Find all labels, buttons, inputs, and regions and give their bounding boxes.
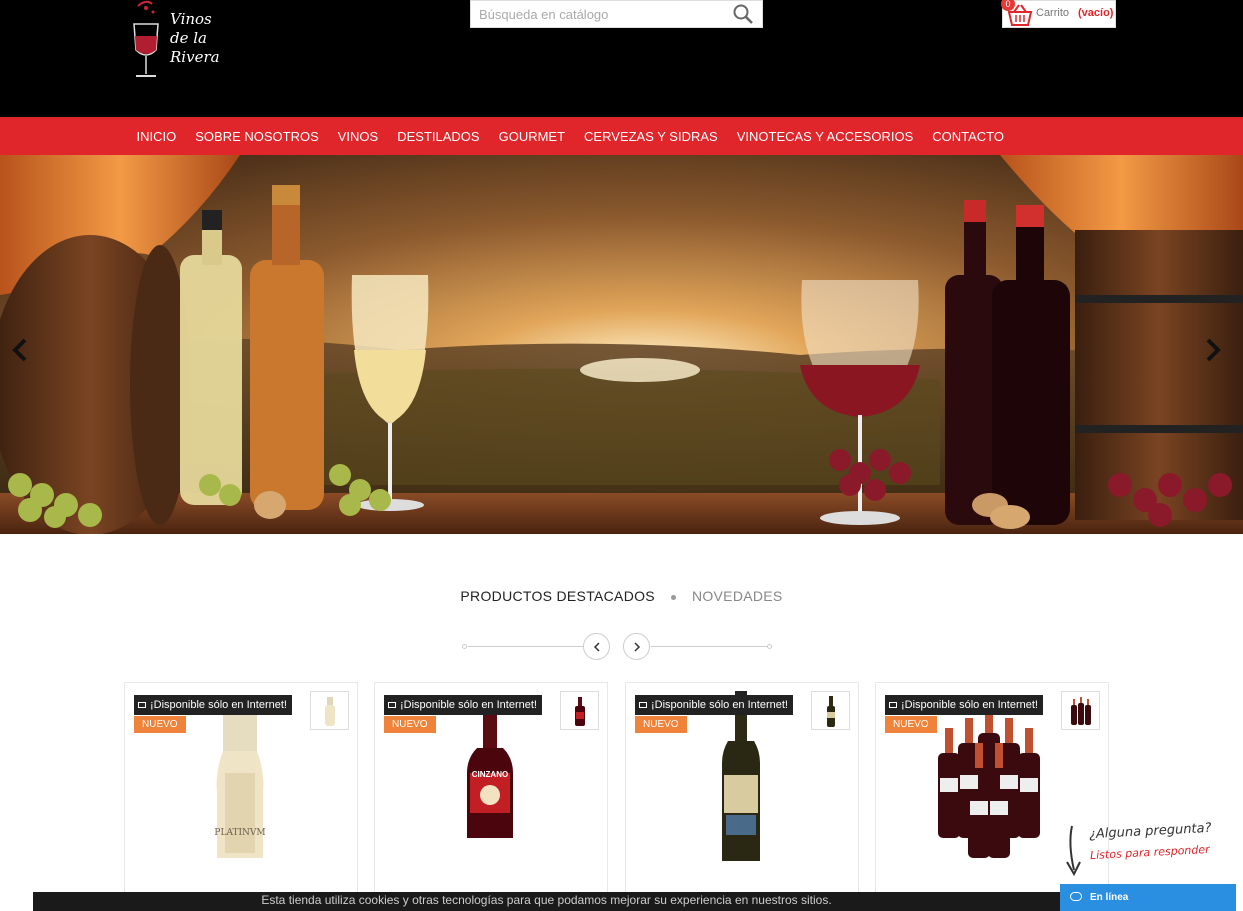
product-thumbnail[interactable] <box>811 691 850 730</box>
product-tabs: PRODUCTOS DESTACADOS NOVEDADES <box>0 588 1243 608</box>
divider <box>468 646 583 647</box>
chat-question: ¿Alguna pregunta? <box>1088 820 1212 843</box>
product-label-text: CINZANO <box>472 770 508 779</box>
hero-slider <box>0 155 1243 534</box>
new-badge: NUEVO <box>885 716 937 733</box>
new-badge: NUEVO <box>384 716 436 733</box>
logo[interactable]: Vinos de la Rivera <box>128 0 223 82</box>
screen-icon <box>639 702 647 708</box>
nav-item-contacto[interactable]: CONTACTO <box>923 129 1014 144</box>
carousel-next-button[interactable] <box>623 633 650 660</box>
online-only-badge: ¡Disponible sólo en Internet! <box>635 695 793 715</box>
online-only-text: ¡Disponible sólo en Internet! <box>150 699 287 711</box>
chat-bubble-icon <box>1070 892 1082 901</box>
online-only-text: ¡Disponible sólo en Internet! <box>901 699 1038 711</box>
nav-item-vinotecas-y-accesorios[interactable]: VINOTECAS Y ACCESORIOS <box>727 129 923 144</box>
decorative-dot <box>462 644 467 649</box>
nav-item-vinos[interactable]: VINOS <box>328 129 387 144</box>
search-icon <box>733 4 753 24</box>
slider-next-arrow[interactable] <box>1203 337 1223 363</box>
carousel-nav <box>462 633 774 661</box>
nav-item-inicio[interactable]: INICIO <box>127 129 186 144</box>
cart-label: Carrito <box>1036 7 1070 19</box>
product-thumbnail[interactable] <box>1061 691 1100 730</box>
new-badge: NUEVO <box>134 716 186 733</box>
tab-separator-dot <box>670 594 676 600</box>
tab-novedades[interactable]: NOVEDADES <box>692 588 783 604</box>
search-button[interactable] <box>732 3 754 25</box>
hero-image <box>0 155 1243 534</box>
nav-item-sobre-nosotros[interactable]: SOBRE NOSOTROS <box>186 129 329 144</box>
carousel-prev-button[interactable] <box>583 633 610 660</box>
online-only-text: ¡Disponible sólo en Internet! <box>651 699 788 711</box>
product-thumbnail[interactable] <box>310 691 349 730</box>
arrow-down-icon <box>1066 825 1081 877</box>
product-card[interactable]: ¡Disponible sólo en Internet! NUEVO <box>625 682 859 897</box>
tab-productos-destacados[interactable]: PRODUCTOS DESTACADOS <box>460 588 655 604</box>
chevron-left-icon <box>12 338 27 362</box>
cart-button[interactable]: 0 Carrito (vacío) <box>1001 0 1116 28</box>
product-card[interactable]: CINZANO ¡Disponible sólo en Internet! NU… <box>374 682 608 897</box>
slider-prev-arrow[interactable] <box>10 337 30 363</box>
online-only-badge: ¡Disponible sólo en Internet! <box>384 695 542 715</box>
online-only-badge: ¡Disponible sólo en Internet! <box>134 695 292 715</box>
online-only-badge: ¡Disponible sólo en Internet! <box>885 695 1043 715</box>
chat-status: En línea <box>1090 892 1129 903</box>
chevron-left-icon <box>593 642 600 652</box>
nav-item-destilados[interactable]: DESTILADOS <box>388 129 489 144</box>
search-box <box>470 0 763 28</box>
logo-text: Vinos de la Rivera <box>170 10 220 66</box>
chat-prompt: ¿Alguna pregunta? Listos para responder <box>1060 820 1235 884</box>
page: Vinos de la Rivera Búsqueda en catálogo … <box>0 0 1243 911</box>
product-card[interactable]: PLATINVM ¡Disponible sólo en Internet! N… <box>124 682 358 897</box>
chevron-right-icon <box>633 642 640 652</box>
chevron-right-icon <box>1206 338 1221 362</box>
header: Vinos de la Rivera Búsqueda en catálogo … <box>0 0 1243 117</box>
decorative-dot <box>767 644 772 649</box>
online-only-text: ¡Disponible sólo en Internet! <box>400 699 537 711</box>
screen-icon <box>138 702 146 708</box>
divider <box>651 646 767 647</box>
new-badge: NUEVO <box>635 716 687 733</box>
cookie-notice: Esta tienda utiliza cookies y otras tecn… <box>33 892 1060 911</box>
product-thumbnail[interactable] <box>560 691 599 730</box>
screen-icon <box>388 702 396 708</box>
cart-status: (vacío) <box>1078 7 1114 19</box>
product-label-text: PLATINVM <box>214 828 265 838</box>
main-nav: INICIO SOBRE NOSOTROS VINOS DESTILADOS G… <box>0 117 1243 155</box>
search-input[interactable] <box>471 1 721 27</box>
nav-item-gourmet[interactable]: GOURMET <box>489 129 574 144</box>
screen-icon <box>889 702 897 708</box>
basket-icon: 0 <box>1001 0 1033 27</box>
wine-glass-logo-icon <box>133 0 159 77</box>
nav-item-cervezas-y-sidras[interactable]: CERVEZAS Y SIDRAS <box>575 129 728 144</box>
chat-answer: Listos para responder <box>1089 842 1210 863</box>
live-chat-button[interactable]: En línea <box>1060 884 1236 911</box>
